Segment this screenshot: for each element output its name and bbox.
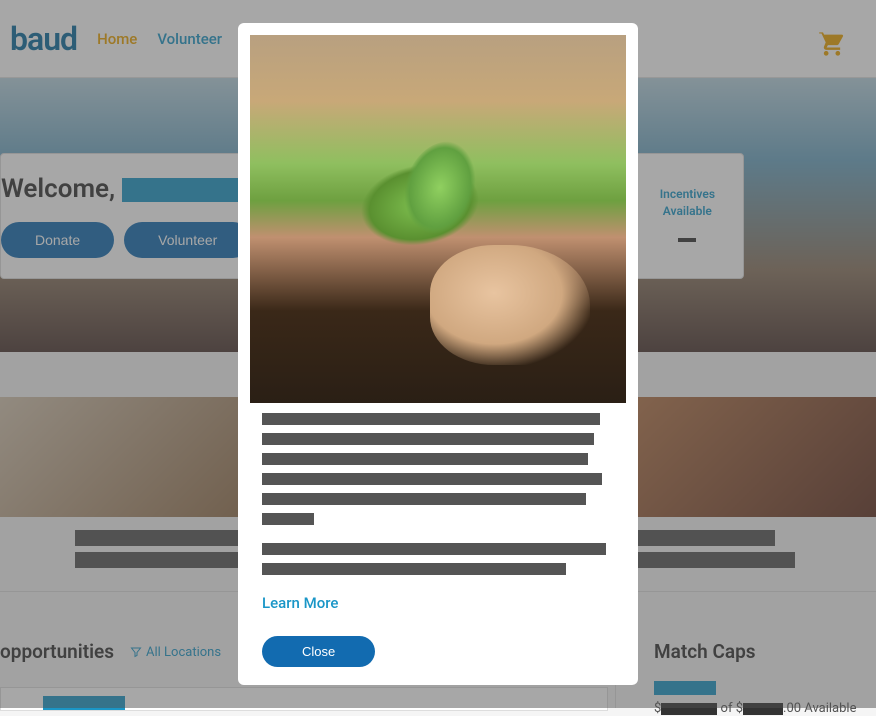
hand-illustration <box>430 245 590 365</box>
text-line-redacted <box>262 493 586 505</box>
modal-hero-image <box>250 35 626 403</box>
modal-body-text <box>250 413 626 575</box>
learn-more-row: Learn More <box>250 593 626 612</box>
text-line-redacted <box>262 473 602 485</box>
close-button[interactable]: Close <box>262 636 375 667</box>
text-line-redacted <box>262 413 600 425</box>
text-line-redacted <box>262 433 594 445</box>
text-line-redacted <box>262 513 314 525</box>
text-line-redacted <box>262 453 588 465</box>
text-line-redacted <box>262 543 606 555</box>
announcement-modal: Learn More Close <box>238 23 638 685</box>
text-line-redacted <box>262 563 566 575</box>
learn-more-link[interactable]: Learn More <box>262 594 338 612</box>
